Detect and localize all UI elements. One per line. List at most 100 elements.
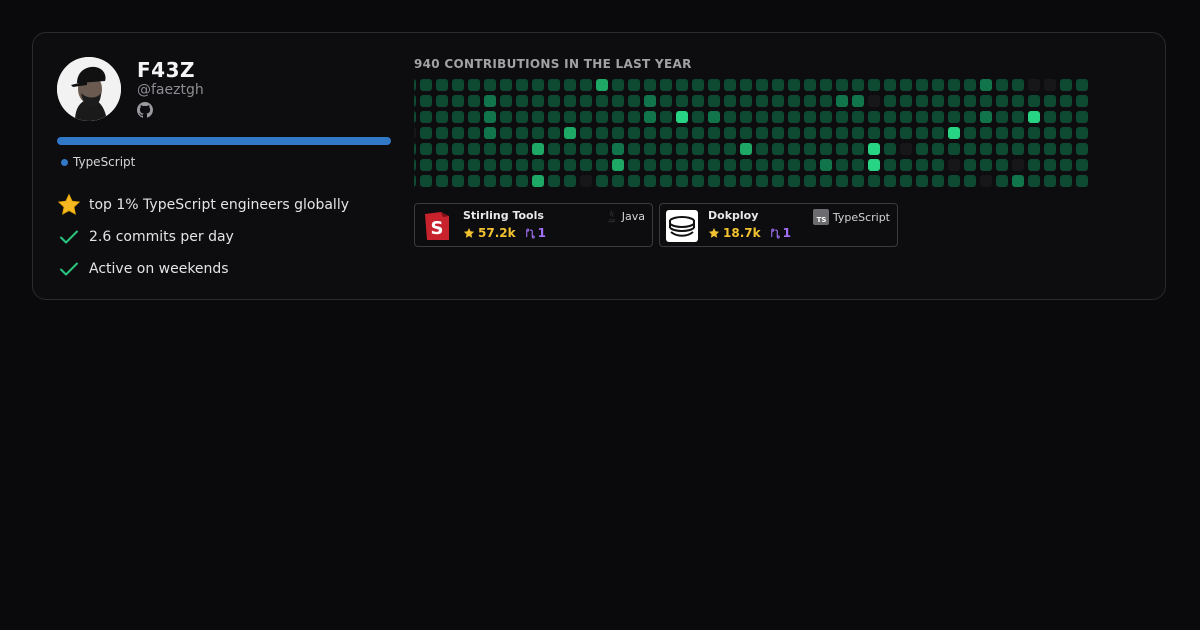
contribution-cell: [980, 143, 992, 155]
contribution-cell: [564, 95, 576, 107]
contribution-cell: [1012, 111, 1024, 123]
contribution-cell: [788, 79, 800, 91]
contribution-cell: [532, 175, 544, 187]
contribution-cell: [820, 79, 832, 91]
contribution-cell: [532, 143, 544, 155]
contribution-cell: [484, 95, 496, 107]
contribution-cell: [708, 79, 720, 91]
repo-card-dokploy[interactable]: Dokploy 18.7k 1 TS TypeScript: [659, 203, 898, 247]
repo-language-label: TypeScript: [832, 210, 890, 224]
contribution-cell: [932, 175, 944, 187]
contribution-cell: [996, 143, 1008, 155]
contribution-cell: [932, 111, 944, 123]
contribution-cell: [820, 95, 832, 107]
contribution-cell: [596, 159, 608, 171]
profile-name: F43Z: [137, 58, 195, 82]
contribution-cell: [932, 95, 944, 107]
contribution-cell: [836, 143, 848, 155]
contribution-cell: [996, 79, 1008, 91]
contribution-cell: [644, 111, 656, 123]
contribution-cell: [596, 127, 608, 139]
contribution-cell: [1076, 111, 1088, 123]
stat-weekends: Active on weekends: [57, 253, 349, 285]
contribution-cell: [980, 79, 992, 91]
contribution-cell: [756, 79, 768, 91]
contribution-cell: [884, 175, 896, 187]
contribution-cell: [804, 111, 816, 123]
repo-prs: 1: [769, 226, 791, 240]
contribution-cell: [452, 159, 464, 171]
contribution-cell: [468, 127, 480, 139]
contribution-cell: [740, 79, 752, 91]
contribution-cell: [708, 127, 720, 139]
contribution-cell: [916, 79, 928, 91]
stats-list: top 1% TypeScript engineers globally 2.6…: [57, 189, 349, 285]
contribution-cell: [884, 159, 896, 171]
repo-stars-count: 57.2k: [478, 226, 516, 240]
contribution-cell: [532, 159, 544, 171]
contribution-cell: [1028, 159, 1040, 171]
contribution-cell: [1044, 127, 1056, 139]
contribution-cell: [836, 95, 848, 107]
contribution-cell: [452, 111, 464, 123]
contribution-cell: [916, 143, 928, 155]
repo-card-stirling[interactable]: S Stirling Tools 57.2k 1 Java: [414, 203, 653, 247]
contribution-cell: [884, 143, 896, 155]
contribution-cell: [964, 127, 976, 139]
contribution-cell: [868, 175, 880, 187]
contribution-cell: [516, 143, 528, 155]
contribution-cell: [1076, 175, 1088, 187]
contribution-cell: [724, 95, 736, 107]
contribution-cell: [884, 95, 896, 107]
contribution-cell: [516, 111, 528, 123]
contribution-cell: [1076, 159, 1088, 171]
contribution-cell: [948, 79, 960, 91]
contribution-cell: [596, 143, 608, 155]
repo-prs: 1: [524, 226, 546, 240]
contribution-cell: [516, 159, 528, 171]
contribution-cell: [692, 175, 704, 187]
contribution-cell: [580, 159, 592, 171]
contribution-cell: [948, 127, 960, 139]
contribution-cell: [452, 127, 464, 139]
contribution-cell: [756, 127, 768, 139]
contribution-cell: [868, 127, 880, 139]
contribution-cell: [414, 143, 416, 155]
contribution-cell: [1044, 143, 1056, 155]
language-bar: [57, 137, 391, 145]
contribution-cell: [612, 175, 624, 187]
contribution-cell: [548, 143, 560, 155]
stat-text: top 1% TypeScript engineers globally: [89, 197, 349, 213]
contribution-cell: [612, 111, 624, 123]
contribution-cell: [500, 127, 512, 139]
repo-language-label: Java: [621, 209, 645, 223]
profile-handle[interactable]: @faeztgh: [137, 82, 204, 98]
contribution-cell: [900, 127, 912, 139]
contribution-cell: [1012, 79, 1024, 91]
contribution-cell: [916, 95, 928, 107]
contribution-cell: [436, 95, 448, 107]
contribution-cell: [1044, 111, 1056, 123]
github-icon[interactable]: [137, 102, 153, 118]
check-icon: [57, 257, 81, 281]
contribution-cell: [580, 111, 592, 123]
contribution-cell: [580, 175, 592, 187]
contribution-cell: [628, 95, 640, 107]
contribution-cell: [756, 175, 768, 187]
avatar[interactable]: [57, 57, 121, 121]
contribution-cell: [484, 159, 496, 171]
contribution-cell: [964, 79, 976, 91]
contribution-cell: [548, 111, 560, 123]
contribution-cell: [756, 159, 768, 171]
contribution-cell: [500, 175, 512, 187]
contribution-cell: [676, 175, 688, 187]
contribution-cell: [660, 111, 672, 123]
contribution-cell: [500, 95, 512, 107]
contribution-cell: [676, 143, 688, 155]
contribution-cell: [1060, 143, 1072, 155]
contribution-cell: [788, 175, 800, 187]
contribution-cell: [772, 159, 784, 171]
contribution-cell: [932, 143, 944, 155]
contribution-cell: [948, 159, 960, 171]
contribution-cell: [916, 127, 928, 139]
